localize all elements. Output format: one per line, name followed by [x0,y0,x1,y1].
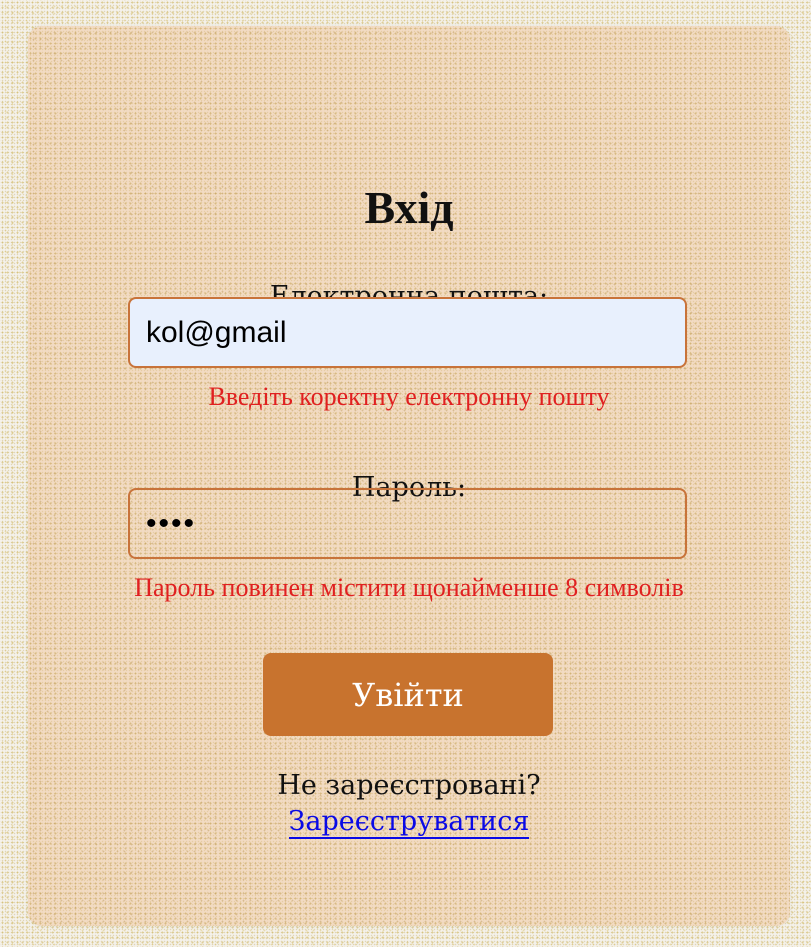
register-prompt: Не зареєстровані? [277,770,541,801]
email-field[interactable] [128,297,687,368]
email-error-message: Введіть коректну електронну пошту [208,382,610,411]
register-link[interactable]: Зареєструватися [288,806,530,839]
password-field[interactable] [128,488,687,559]
password-error-message: Пароль повинен містити щонайменше 8 симв… [134,573,684,602]
register-link-container: Зареєструватися [28,806,790,839]
login-button[interactable]: Увійти [263,653,553,736]
login-card: Вхід Електронна пошта: Введіть коректну … [28,26,790,926]
page-title: Вхід [364,182,454,233]
